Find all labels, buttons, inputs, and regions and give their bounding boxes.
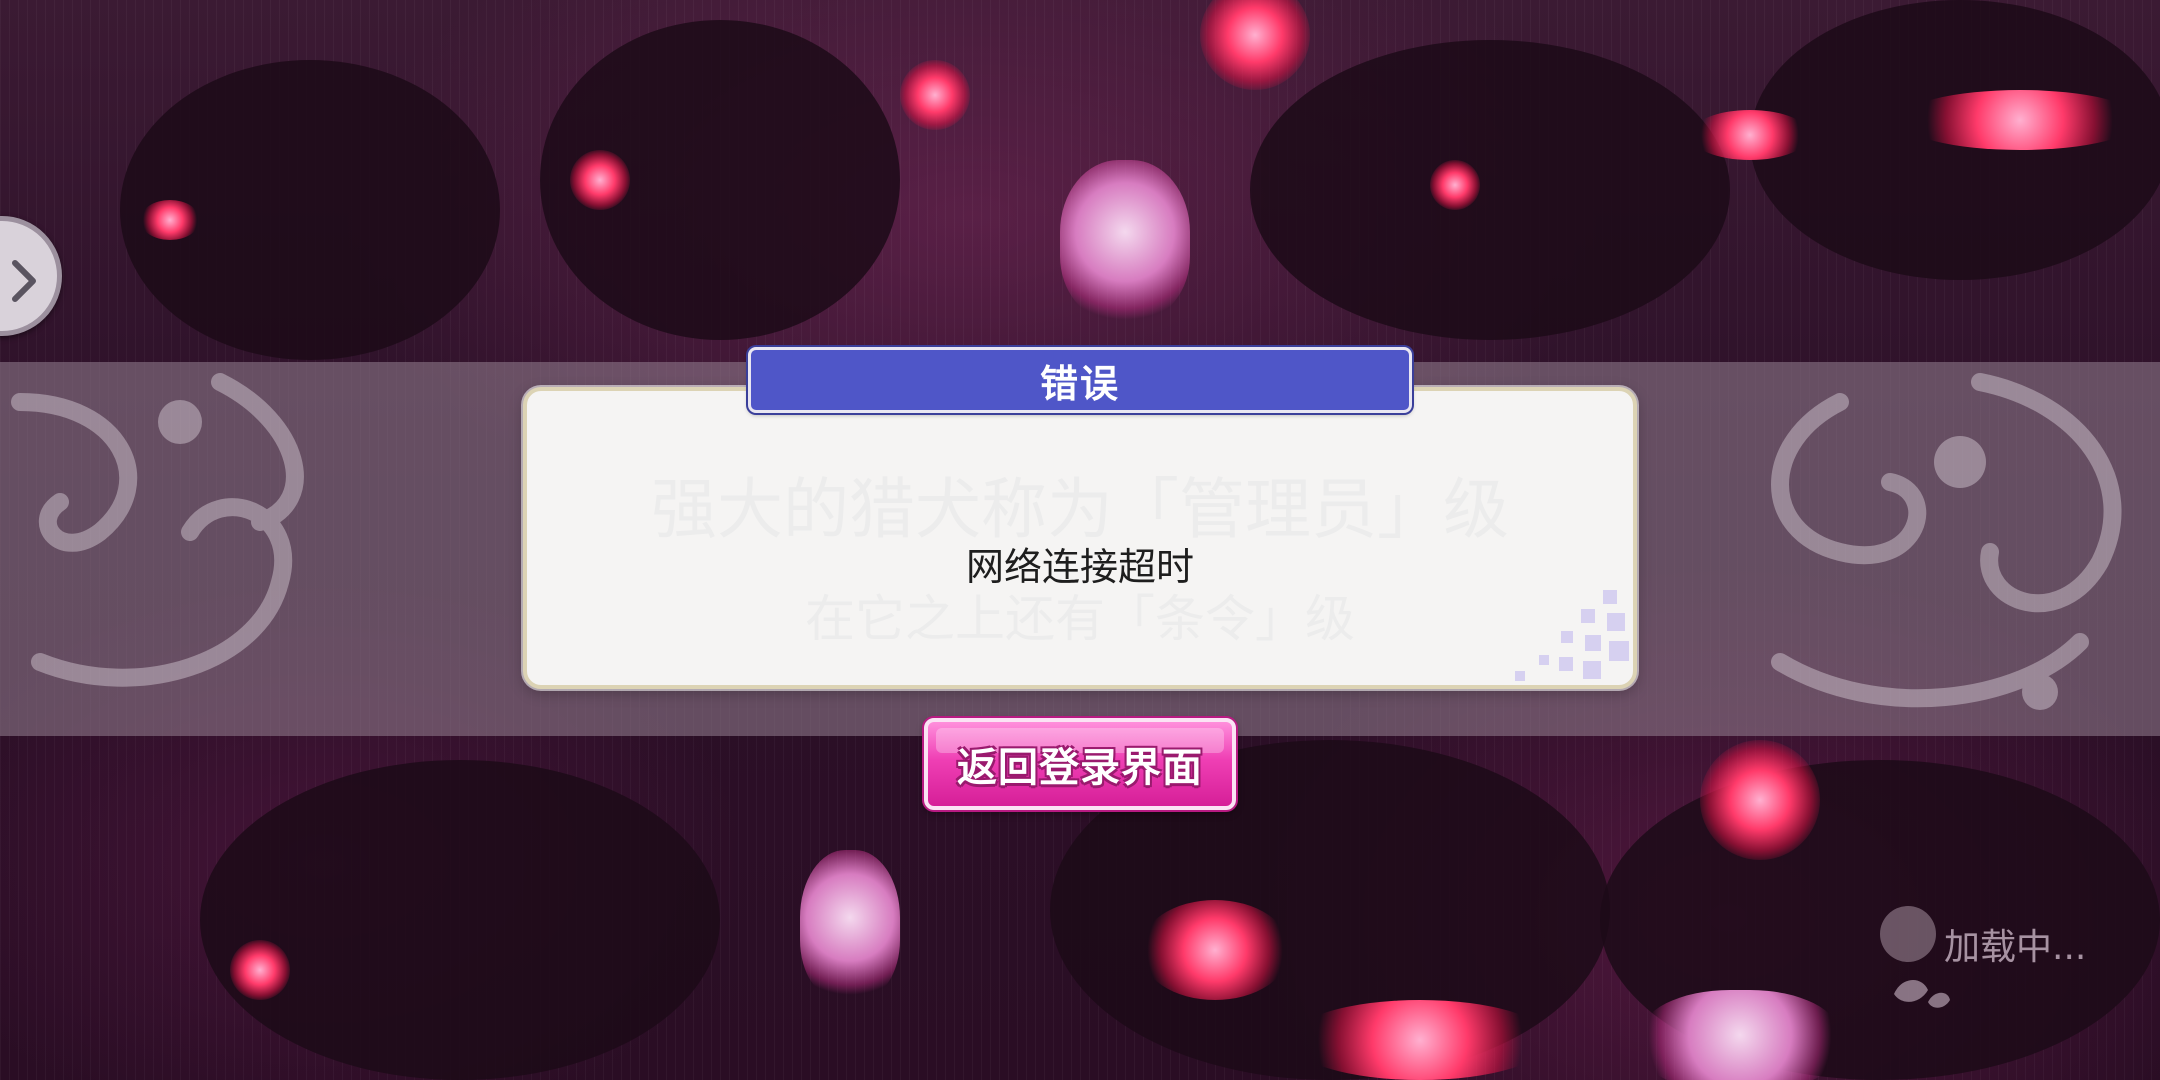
red-glowing-eye: [1430, 160, 1480, 210]
background-creature: [200, 760, 720, 1080]
dialog-title: 错误: [748, 347, 1412, 413]
loading-text: 加载中...: [1944, 927, 2087, 968]
red-glowing-eye: [1700, 740, 1820, 860]
red-glowing-eye: [1690, 110, 1810, 160]
background-creature: [1250, 40, 1730, 340]
pink-ghost-glow: [1060, 160, 1190, 320]
error-message: 网络连接超时: [965, 545, 1194, 589]
red-glowing-eye: [570, 150, 630, 210]
red-glowing-eye: [1900, 90, 2140, 150]
red-glowing-eye: [900, 60, 970, 130]
red-glowing-eye: [1140, 900, 1290, 1000]
dialog-corner-pattern: [1515, 590, 1629, 681]
loading-spinner-icon: [1880, 906, 1950, 1008]
red-glowing-eye: [140, 200, 200, 240]
pink-ghost-glow: [800, 850, 900, 1000]
pink-ghost-glow: [1640, 990, 1840, 1080]
error-dialog: 强大的猎犬称为「管理员」级 在它之上还有「条令」级 网络连接超时: [523, 387, 1637, 689]
back-to-login-button[interactable]: 返回登录界面: [924, 718, 1236, 810]
left-ornament: [11, 373, 304, 687]
chevron-right-icon: [12, 260, 36, 302]
back-to-login-label: 返回登录界面: [957, 745, 1203, 791]
red-glowing-eye: [1290, 1000, 1550, 1080]
red-glowing-eye: [230, 940, 290, 1000]
right-ornament: [1771, 373, 2122, 710]
